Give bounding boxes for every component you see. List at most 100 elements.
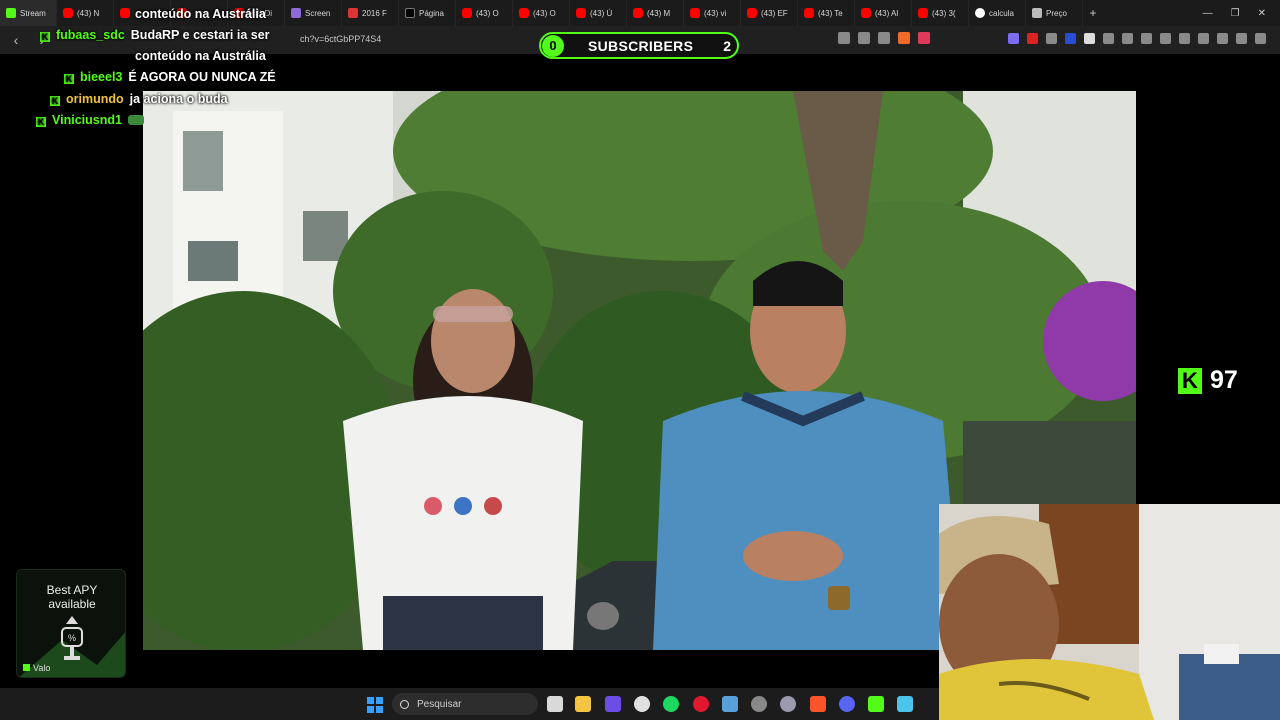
vpn-icon[interactable] xyxy=(1236,33,1247,44)
ad-title-line2: available xyxy=(48,597,96,611)
notepad-icon[interactable] xyxy=(897,696,913,712)
discord-icon[interactable] xyxy=(839,696,855,712)
spotify-icon[interactable] xyxy=(663,696,679,712)
extension-icon[interactable] xyxy=(1027,33,1038,44)
chat-message: Kfubaas_sdc BudaRP e cestari ia ser xyxy=(40,28,270,43)
ad-title: Best APY available xyxy=(17,583,125,611)
search-icon xyxy=(400,699,409,709)
tab-label: (43) O xyxy=(533,8,556,18)
tab-youtube[interactable]: (43) EF xyxy=(741,0,798,26)
chrome-icon[interactable] xyxy=(634,696,650,712)
tab-label: Página xyxy=(419,8,444,18)
kick-badge-icon: K xyxy=(36,117,46,127)
tab-google[interactable]: calcula xyxy=(969,0,1026,26)
tab-preco[interactable]: Preço xyxy=(1026,0,1083,26)
tab-label: 2016 F xyxy=(362,8,387,18)
puzzle-icon[interactable] xyxy=(1103,33,1114,44)
file-explorer-icon[interactable] xyxy=(575,696,591,712)
url-field[interactable]: ch?v=6ctGbPP74S4 xyxy=(300,34,381,44)
download-icon[interactable] xyxy=(1198,33,1209,44)
tab-youtube[interactable]: (43) 3( xyxy=(912,0,969,26)
tab-label: Screen xyxy=(305,8,331,18)
kick-badge-icon: K xyxy=(40,32,50,42)
sidebar-icon[interactable] xyxy=(1160,33,1171,44)
youtube-icon xyxy=(633,8,643,18)
wallet-icon[interactable] xyxy=(1179,33,1190,44)
brave-shield-icon[interactable] xyxy=(898,32,910,44)
tab-label: (43) vi xyxy=(704,8,727,18)
svg-text:%: % xyxy=(68,633,76,643)
extension-icon[interactable] xyxy=(1084,33,1095,44)
brave-rewards-icon[interactable] xyxy=(918,32,930,44)
youtube-icon xyxy=(120,8,130,18)
youtube-icon xyxy=(462,8,472,18)
extension-icon[interactable] xyxy=(1008,33,1019,44)
subscribers-label: SUBSCRIBERS xyxy=(588,37,694,54)
car-icon xyxy=(348,8,358,18)
tab-label: Preço xyxy=(1046,8,1067,18)
bookmark-icon[interactable] xyxy=(878,32,890,44)
tab-stream[interactable]: Stream xyxy=(0,0,57,26)
google-icon xyxy=(975,8,985,18)
chat-message: Kbieeel3 É AGORA OU NUNCA ZÉ xyxy=(64,70,276,85)
app-icon[interactable] xyxy=(780,696,796,712)
apps-icon[interactable] xyxy=(605,696,621,712)
obs-icon[interactable] xyxy=(751,696,767,712)
new-tab-button[interactable]: + xyxy=(1083,6,1103,20)
page-icon xyxy=(1032,8,1042,18)
windows-start-icon[interactable] xyxy=(367,697,383,713)
taskbar-search[interactable]: Pesquisar xyxy=(392,693,538,715)
extension-icon[interactable] xyxy=(1065,33,1076,44)
ad-title-line1: Best APY xyxy=(46,583,98,597)
youtube-icon xyxy=(63,8,73,18)
chat-username: bieeel3 xyxy=(80,70,123,84)
kick-badge-icon: K xyxy=(50,96,60,106)
tab-screen[interactable]: Screen xyxy=(285,0,342,26)
tab-youtube[interactable]: (43) O xyxy=(513,0,570,26)
minimize-icon[interactable]: — xyxy=(1203,8,1213,19)
chat-text: conteúdo na Austrália xyxy=(135,7,266,21)
cast-icon[interactable] xyxy=(838,32,850,44)
apy-ad-widget[interactable]: Best APY available % Valo xyxy=(16,569,126,678)
kick-badge-icon xyxy=(23,664,30,671)
tab-label: (43) 3( xyxy=(932,8,956,18)
chat-username: fubaas_sdc xyxy=(56,28,125,42)
maximize-icon[interactable]: ❐ xyxy=(1231,8,1240,19)
webcam-feed xyxy=(939,504,1280,720)
kick-badge-icon: K xyxy=(64,74,74,84)
pen-icon xyxy=(291,8,301,18)
chat-text: ja aciona o buda xyxy=(129,92,228,106)
back-icon[interactable]: ‹ xyxy=(6,32,26,48)
tab-youtube[interactable]: (43) M xyxy=(627,0,684,26)
chat-text: conteúdo na Austrália xyxy=(135,49,266,63)
extensions-bar xyxy=(1008,33,1266,44)
youtube-icon xyxy=(861,8,871,18)
tab-youtube[interactable]: (43) O xyxy=(456,0,513,26)
leo-icon[interactable] xyxy=(1217,33,1228,44)
tab-youtube[interactable]: (43) Te xyxy=(798,0,855,26)
kick-app-icon[interactable] xyxy=(868,696,884,712)
chat-username: orimundo xyxy=(66,92,124,106)
x-icon xyxy=(405,8,415,18)
tab-youtube[interactable]: (43) Ú xyxy=(570,0,627,26)
tab-youtube[interactable]: (43) Al xyxy=(855,0,912,26)
close-icon[interactable]: ✕ xyxy=(1258,8,1266,19)
extension-icon[interactable] xyxy=(1046,33,1057,44)
brave-icon[interactable] xyxy=(810,696,826,712)
music-icon[interactable] xyxy=(1141,33,1152,44)
tab-youtube[interactable]: (43) vi xyxy=(684,0,741,26)
menu-icon[interactable] xyxy=(1255,33,1266,44)
chat-username: Viniciusnd1 xyxy=(52,113,122,127)
tab-2016[interactable]: 2016 F xyxy=(342,0,399,26)
window-controls: — ❐ ✕ xyxy=(1203,8,1280,19)
tab-label: Stream xyxy=(20,8,46,18)
share-icon[interactable] xyxy=(858,32,870,44)
steam-icon[interactable] xyxy=(722,696,738,712)
tab-youtube[interactable]: (43) N xyxy=(57,0,114,26)
task-view-icon[interactable] xyxy=(547,696,563,712)
tab-x[interactable]: Página xyxy=(399,0,456,26)
opera-icon[interactable] xyxy=(693,696,709,712)
chat-message: Korimundo ja aciona o buda xyxy=(50,92,228,107)
emote-icon xyxy=(127,115,144,125)
screenshot-icon[interactable] xyxy=(1122,33,1133,44)
